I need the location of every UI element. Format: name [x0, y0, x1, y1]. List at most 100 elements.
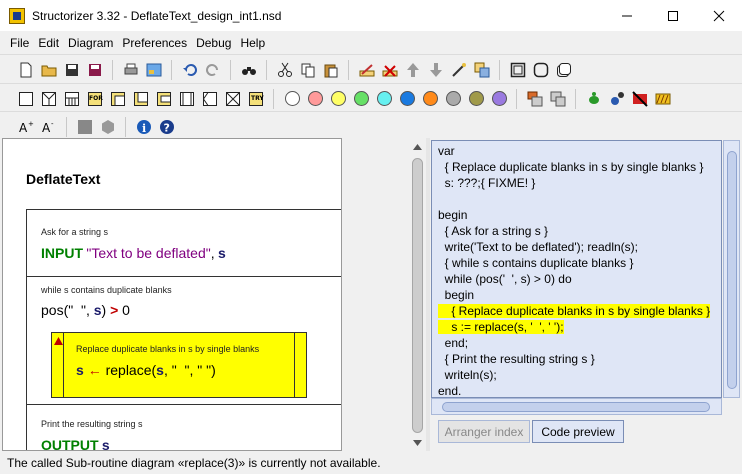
menu-diagram[interactable]: Diagram — [68, 36, 113, 50]
minimize-button[interactable] — [604, 0, 650, 31]
executor-button[interactable] — [606, 88, 628, 110]
endless-loop-icon — [157, 91, 171, 106]
undo-button[interactable] — [179, 59, 201, 81]
call-block[interactable]: Replace duplicate blanks in s by single … — [51, 332, 307, 398]
scroll-down-icon[interactable] — [413, 440, 422, 446]
while-loop-block[interactable]: while s contains duplicate blanks pos(" … — [26, 276, 341, 404]
split-pane-divider[interactable] — [426, 138, 430, 451]
expand-button[interactable] — [547, 88, 569, 110]
add-repeat-loop-button[interactable] — [130, 88, 152, 110]
diagram-canvas[interactable]: DeflateText Ask for a string s INPUT "Te… — [2, 138, 342, 451]
menu-edit[interactable]: Edit — [38, 36, 59, 50]
diagram-zoom-button[interactable] — [74, 116, 96, 138]
new-button[interactable] — [15, 59, 37, 81]
about-button[interactable]: i — [133, 116, 155, 138]
add-instruction-button[interactable] — [15, 88, 37, 110]
add-alternative-button[interactable] — [38, 88, 60, 110]
menu-preferences[interactable]: Preferences — [122, 36, 187, 50]
diagram-vertical-scrollbar[interactable] — [410, 140, 425, 451]
nsd-view-button[interactable] — [507, 59, 529, 81]
export-picture-button[interactable] — [143, 59, 165, 81]
font-down-button[interactable]: A- — [38, 116, 60, 138]
code-line: { Replace duplicate blanks in s by singl… — [438, 160, 704, 174]
find-button[interactable] — [238, 59, 260, 81]
add-case-button[interactable] — [61, 88, 83, 110]
code-line: write('Text to be deflated'); readln(s); — [438, 240, 638, 254]
transmute-button[interactable] — [448, 59, 470, 81]
code-vertical-scrollbar[interactable] — [723, 140, 740, 398]
rounded-view-button[interactable] — [530, 59, 552, 81]
color-gray-button[interactable] — [442, 88, 464, 110]
breakpoints-button[interactable] — [629, 88, 651, 110]
call-icon — [180, 91, 194, 106]
color-cyan-button[interactable] — [373, 88, 395, 110]
save-as-button[interactable] — [84, 59, 106, 81]
tab-arranger-index[interactable]: Arranger index — [438, 420, 530, 443]
color-pink-button[interactable] — [304, 88, 326, 110]
copy-button[interactable] — [297, 59, 319, 81]
output-block[interactable]: Print the resulting string s OUTPUT s — [26, 404, 341, 450]
cut-button[interactable] — [274, 59, 296, 81]
color-white-button[interactable] — [281, 88, 303, 110]
move-up-button[interactable] — [402, 59, 424, 81]
gears-icon — [611, 91, 624, 105]
diagram-title[interactable]: DeflateText — [26, 171, 100, 187]
move-down-button[interactable] — [425, 59, 447, 81]
code-vscroll-thumb[interactable] — [727, 151, 737, 389]
debug-off-button[interactable] — [652, 88, 674, 110]
collapse-button[interactable] — [524, 88, 546, 110]
diagram-scroll-thumb[interactable] — [412, 158, 423, 433]
input-statement: INPUT "Text to be deflated", s — [41, 245, 226, 261]
code-horizontal-scrollbar[interactable] — [431, 398, 722, 415]
edit-element-button[interactable] — [356, 59, 378, 81]
open-folder-icon — [41, 65, 57, 76]
color-olive-button[interactable] — [465, 88, 487, 110]
help-button[interactable]: ? — [156, 116, 178, 138]
font-up-button[interactable]: A + — [15, 116, 37, 138]
color-cyan-icon — [376, 91, 392, 106]
add-while-loop-button[interactable] — [107, 88, 129, 110]
input-separator: , — [210, 245, 215, 261]
turtle-button[interactable] — [583, 88, 605, 110]
menu-file[interactable]: File — [10, 36, 29, 50]
color-yellow-button[interactable] — [327, 88, 349, 110]
delete-element-button[interactable] — [379, 59, 401, 81]
menu-debug[interactable]: Debug — [196, 36, 231, 50]
maximize-button[interactable] — [650, 0, 696, 31]
redo-button[interactable] — [202, 59, 224, 81]
add-jump-button[interactable] — [199, 88, 221, 110]
save-button[interactable] — [61, 59, 83, 81]
color-green-button[interactable] — [350, 88, 372, 110]
arranger-button[interactable] — [97, 116, 119, 138]
code-preview-text[interactable]: var { Replace duplicate blanks in s by s… — [431, 140, 722, 398]
function-view-button[interactable] — [553, 59, 575, 81]
input-block[interactable]: Ask for a string s INPUT "Text to be def… — [26, 209, 341, 276]
add-endless-loop-button[interactable] — [153, 88, 175, 110]
add-parallel-button[interactable] — [222, 88, 244, 110]
toolbar-elements-colors: FOR TRY — [0, 83, 742, 113]
color-orange-button[interactable] — [419, 88, 441, 110]
tab-code-preview[interactable]: Code preview — [532, 420, 624, 443]
outsource-button[interactable] — [471, 59, 493, 81]
turtle-icon — [589, 91, 599, 104]
close-icon — [713, 10, 725, 21]
color-blue-button[interactable] — [396, 88, 418, 110]
code-line: { Ask for a string s } — [438, 224, 549, 238]
breakpoint-off-icon — [632, 90, 648, 107]
color-blue-icon — [399, 91, 415, 106]
print-button[interactable] — [120, 59, 142, 81]
paste-button[interactable] — [320, 59, 342, 81]
menu-help[interactable]: Help — [240, 36, 265, 50]
svg-text:-: - — [51, 120, 54, 128]
font-decrease-icon: A- — [42, 120, 54, 135]
input-variable: s — [217, 245, 226, 261]
color-purple-button[interactable] — [488, 88, 510, 110]
code-hscroll-thumb[interactable] — [442, 402, 710, 412]
svg-text:A: A — [42, 121, 51, 135]
add-call-button[interactable] — [176, 88, 198, 110]
add-try-button[interactable]: TRY — [245, 88, 267, 110]
open-button[interactable] — [38, 59, 60, 81]
add-for-loop-button[interactable]: FOR — [84, 88, 106, 110]
close-button[interactable] — [696, 0, 742, 31]
scroll-up-icon[interactable] — [413, 144, 422, 150]
